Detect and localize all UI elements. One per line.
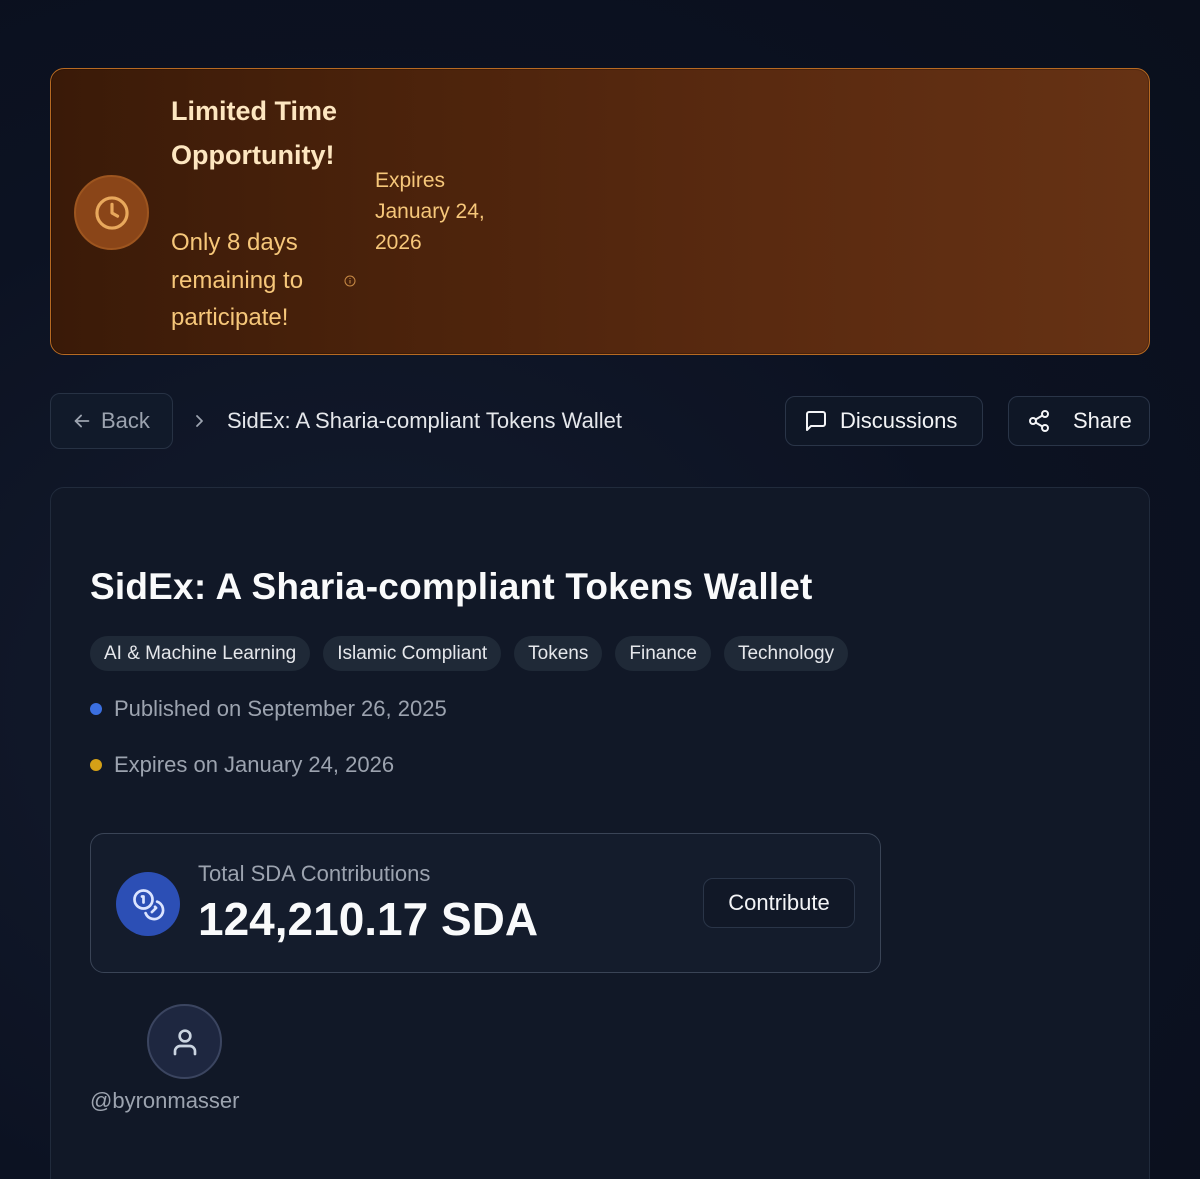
tag[interactable]: Technology (723, 636, 849, 671)
arrow-left-icon (74, 414, 90, 428)
tag[interactable]: Finance (615, 636, 711, 671)
chevron-right-icon (196, 415, 203, 427)
contribute-button[interactable]: Contribute (703, 878, 855, 928)
user-icon (173, 1028, 196, 1055)
author-username[interactable]: @byronmasser (90, 1088, 240, 1114)
page-title: SidEx: A Sharia-compliant Tokens Wallet (90, 566, 813, 607)
discussions-button[interactable]: Discussions (785, 396, 983, 446)
breadcrumb-current: SidEx: A Sharia-compliant Tokens Wallet (227, 408, 622, 433)
limited-time-banner: Limited Time Opportunity! Only 8 days re… (50, 68, 1150, 355)
clock-icon (74, 175, 149, 250)
published-date: Published on September 26, 2025 (90, 696, 447, 722)
contributions-label: Total SDA Contributions (198, 861, 431, 886)
status-dot (90, 759, 102, 771)
back-button[interactable]: Back (50, 393, 173, 449)
banner-expiry: Expires January 24, 2026 (375, 169, 485, 254)
tag-list: AI & Machine Learning Islamic Compliant … (90, 636, 849, 671)
contributions-panel: Total SDA Contributions 124,210.17 SDA C… (90, 833, 881, 973)
tag[interactable]: Tokens (514, 636, 603, 671)
status-dot (90, 703, 102, 715)
coins-icon (116, 872, 180, 936)
share-label: Share (1073, 408, 1132, 433)
banner-subtitle: Only 8 days remaining to participate! (171, 229, 304, 331)
share-button[interactable]: Share (1008, 396, 1150, 446)
share-icon (1029, 410, 1049, 432)
back-label: Back (101, 408, 150, 433)
avatar[interactable] (147, 1004, 222, 1079)
published-text: Published on September 26, 2025 (114, 696, 447, 721)
tag[interactable]: AI & Machine Learning (90, 636, 311, 671)
message-square-icon (806, 411, 826, 431)
discussions-label: Discussions (840, 408, 958, 433)
contributions-total: 124,210.17 SDA (198, 893, 539, 945)
project-card: SidEx: A Sharia-compliant Tokens Wallet … (50, 487, 1150, 1179)
expiry-date: Expires on January 24, 2026 (90, 752, 394, 778)
expiry-text: Expires on January 24, 2026 (114, 752, 395, 777)
banner-title: Limited Time Opportunity! (171, 96, 338, 170)
tag[interactable]: Islamic Compliant (323, 636, 502, 671)
